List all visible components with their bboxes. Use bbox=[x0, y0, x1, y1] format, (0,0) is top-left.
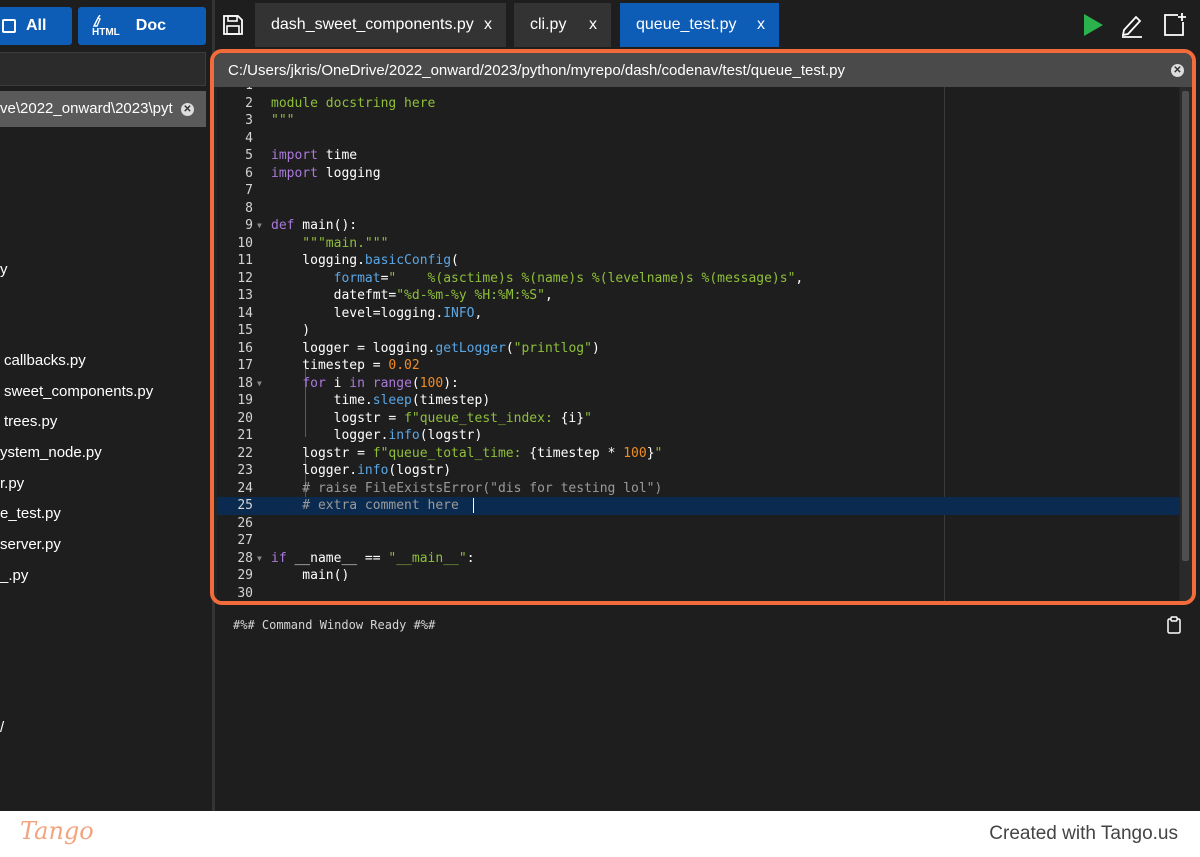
all-button[interactable]: All bbox=[0, 7, 72, 45]
code-line: 30 bbox=[237, 585, 253, 601]
tab-dash-sweet-components[interactable]: dash_sweet_components.py x bbox=[255, 3, 506, 47]
tab-queue-test[interactable]: queue_test.py x bbox=[620, 3, 779, 47]
doc-button-label: Doc bbox=[135, 17, 167, 34]
all-button-label: All bbox=[26, 17, 47, 34]
tab-label: dash_sweet_components.py bbox=[271, 16, 474, 33]
code-line: 15 ) bbox=[237, 323, 311, 338]
code-line: 20 logstr = f"queue_test_index: {i}" bbox=[237, 410, 592, 426]
tango-footer: Tango Created with Tango.us bbox=[0, 811, 1200, 857]
text-cursor bbox=[473, 498, 474, 513]
file-item[interactable]: callbacks.py bbox=[4, 352, 86, 369]
code-line: 10 """main.""" bbox=[237, 235, 389, 251]
code-area[interactable]: 1 2module docstring here 3""" 4 5import … bbox=[217, 87, 1179, 601]
editor-scrollbar[interactable] bbox=[1180, 87, 1192, 601]
tab-close-icon[interactable]: x bbox=[484, 16, 492, 34]
code-line: 28 ▼ if __name__ == "__main__": bbox=[237, 550, 475, 568]
editor-file-path: C:/Users/jkris/OneDrive/2022_onward/2023… bbox=[228, 62, 846, 79]
code-line: 11 logging.basicConfig( bbox=[237, 253, 459, 268]
file-item[interactable]: sweet_components.py bbox=[4, 383, 153, 400]
editor-file-path-bar: C:/Users/jkris/OneDrive/2022_onward/2023… bbox=[214, 53, 1192, 87]
fold-arrow-icon[interactable]: ▼ bbox=[257, 217, 262, 235]
select-all-icon bbox=[2, 19, 16, 33]
file-item[interactable]: server.py bbox=[0, 536, 61, 553]
file-item[interactable]: ystem_node.py bbox=[0, 444, 102, 461]
file-search-input[interactable] bbox=[0, 52, 206, 86]
close-icon[interactable]: ✕ bbox=[181, 103, 194, 116]
close-icon[interactable]: ✕ bbox=[1171, 64, 1184, 77]
code-line: 22 logstr = f"queue_total_time: {timeste… bbox=[237, 445, 663, 461]
active-code-line: 25 # extra comment here bbox=[217, 497, 1179, 515]
tango-logo: Tango bbox=[20, 817, 94, 845]
code-line: 19 time.sleep(timestep) bbox=[237, 393, 491, 408]
tab-close-icon[interactable]: x bbox=[589, 16, 597, 34]
new-file-icon[interactable] bbox=[1162, 12, 1188, 38]
created-with-credit: Created with Tango.us bbox=[989, 823, 1178, 844]
code-line: 8 bbox=[245, 200, 253, 216]
file-item[interactable]: _.py bbox=[0, 567, 28, 584]
doc-button[interactable]: HTML Doc bbox=[78, 7, 206, 45]
code-line: 23 logger.info(logstr) bbox=[237, 463, 452, 478]
code-editor-highlighted: C:/Users/jkris/OneDrive/2022_onward/2023… bbox=[210, 49, 1196, 605]
file-item[interactable]: trees.py bbox=[4, 413, 57, 430]
file-item[interactable]: e_test.py bbox=[0, 505, 61, 522]
tab-close-icon[interactable]: x bbox=[757, 16, 765, 34]
tab-label: cli.py bbox=[530, 16, 567, 33]
tab-cli[interactable]: cli.py x bbox=[514, 3, 611, 47]
html-broom-icon: HTML bbox=[92, 14, 120, 38]
folder-path-tab[interactable]: ve\2022_onward\2023\pyt ✕ bbox=[0, 91, 206, 127]
scrollbar-thumb[interactable] bbox=[1182, 91, 1189, 561]
code-line: 17 timestep = 0.02 bbox=[237, 358, 420, 373]
code-line: 16 logger = logging.getLogger("printlog"… bbox=[237, 340, 600, 356]
command-window-status: #%# Command Window Ready #%# bbox=[233, 618, 436, 632]
code-line: 29 main() bbox=[237, 568, 350, 583]
code-line: 18 ▼ for i in range(100): bbox=[237, 375, 459, 393]
code-line: 14 level=logging.INFO, bbox=[237, 305, 483, 321]
code-line: 6 import logging bbox=[245, 165, 381, 181]
code-line: 24 # raise FileExistsError("dis for test… bbox=[237, 480, 663, 496]
tab-label: queue_test.py bbox=[636, 16, 737, 33]
code-line: 2 module docstring here bbox=[245, 95, 436, 111]
file-item[interactable]: y bbox=[0, 261, 8, 278]
code-line: 5 import time bbox=[245, 148, 358, 163]
fold-arrow-icon[interactable]: ▼ bbox=[257, 375, 262, 393]
code-line: 27 bbox=[237, 533, 253, 548]
code-line: 3 """ bbox=[245, 113, 295, 128]
run-icon[interactable] bbox=[1082, 13, 1104, 37]
command-window[interactable]: #%# Command Window Ready #%# bbox=[215, 605, 1200, 811]
code-line: 13 datefmt="%d-%m-%y %H:%M:%S", bbox=[237, 288, 553, 303]
file-explorer-panel: All HTML Doc ve\2022_onward\2023\pyt ✕ y… bbox=[0, 0, 212, 811]
ide-window: All HTML Doc ve\2022_onward\2023\pyt ✕ y… bbox=[0, 0, 1200, 811]
folder-path-text: ve\2022_onward\2023\pyt bbox=[0, 100, 173, 117]
file-item[interactable]: r.py bbox=[0, 475, 24, 492]
code-line: 7 bbox=[245, 183, 253, 198]
code-line: 12 format=" %(asctime)s %(name)s %(level… bbox=[237, 270, 804, 286]
file-item[interactable]: / bbox=[0, 719, 4, 736]
html-icon-text: HTML bbox=[92, 26, 120, 38]
clipboard-icon[interactable] bbox=[1167, 616, 1181, 634]
code-line: 26 bbox=[237, 515, 253, 531]
code-line: 4 bbox=[245, 130, 253, 146]
code-line: 9 ▼ def main(): bbox=[245, 217, 358, 235]
code-line: 1 bbox=[217, 87, 1179, 95]
fold-arrow-icon[interactable]: ▼ bbox=[257, 550, 262, 568]
edit-pencil-icon[interactable] bbox=[1120, 12, 1144, 38]
code-line: 21 logger.info(logstr) bbox=[237, 428, 483, 443]
save-icon[interactable] bbox=[221, 13, 245, 37]
